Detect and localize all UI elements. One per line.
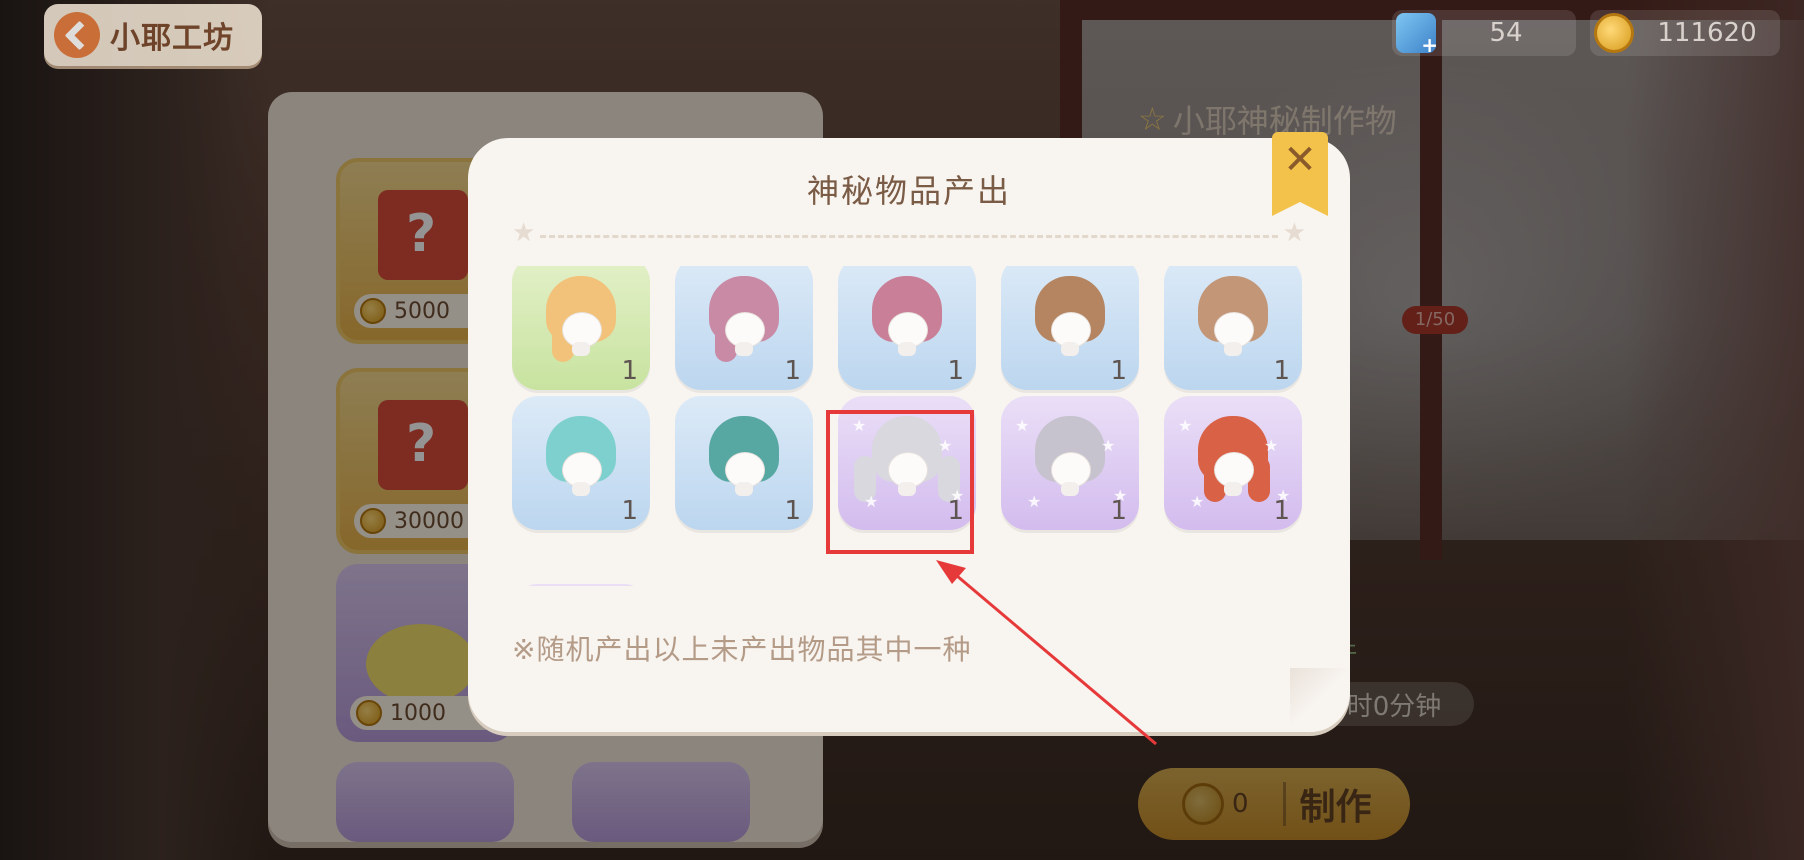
gem-add-icon — [1396, 13, 1438, 57]
star-icon: ★ — [1282, 218, 1306, 248]
sparkle-icon: ★ — [1101, 436, 1116, 455]
highlight-annotation-box — [826, 410, 974, 554]
neck-shape — [1224, 482, 1242, 496]
random-output-note: ※随机产出以上未产出物品其中一种 — [512, 633, 972, 666]
hair-item-tile[interactable]: 1 — [512, 396, 650, 530]
back-arrow-icon — [54, 12, 100, 58]
sparkle-icon: ★ — [1178, 416, 1193, 435]
neck-shape — [898, 342, 916, 356]
hair-item-tile[interactable]: ★ ★ ★ ★ 1 — [1001, 396, 1139, 530]
gem-counter[interactable]: 54 — [1392, 10, 1576, 57]
sparkle-icon: ★ — [1190, 492, 1205, 511]
coin-counter: 111620 — [1590, 10, 1780, 56]
hair-item-tile[interactable]: 1 — [1001, 266, 1139, 390]
sparkle-icon: ★ — [1015, 416, 1030, 435]
neck-shape — [1061, 482, 1079, 496]
hair-item-tile[interactable]: 1 — [512, 266, 650, 390]
item-quantity: 1 — [947, 356, 964, 386]
coin-icon — [1594, 13, 1634, 53]
close-icon: ✕ — [1283, 137, 1317, 183]
hair-item-tile[interactable]: 1 — [838, 266, 976, 390]
hair-item-tile[interactable]: ★ ★ ★ ★ 1 — [1164, 396, 1302, 530]
neck-shape — [572, 482, 590, 496]
coin-value: 111620 — [1657, 18, 1757, 48]
item-quantity: 1 — [1110, 356, 1127, 386]
dialog-title: 神秘物品产出 — [806, 172, 1011, 210]
star-icon: ★ — [512, 218, 536, 248]
neck-shape — [1224, 342, 1242, 356]
item-quantity: 1 — [784, 496, 801, 526]
hair-item-tile[interactable]: 1 — [1164, 266, 1302, 390]
neck-shape — [1061, 342, 1079, 356]
item-quantity: 1 — [621, 356, 638, 386]
back-label: 小耶工坊 — [110, 21, 234, 56]
gem-value: 54 — [1489, 18, 1523, 48]
item-quantity: 1 — [1273, 496, 1290, 526]
item-quantity: 1 — [621, 496, 638, 526]
item-quantity: 1 — [784, 356, 801, 386]
item-quantity: 1 — [1110, 496, 1127, 526]
sparkle-icon: ★ — [1264, 436, 1279, 455]
hair-item-tile[interactable] — [512, 584, 650, 586]
back-button[interactable]: 小耶工坊 — [44, 4, 262, 66]
sparkle-icon: ★ — [1027, 492, 1042, 511]
neck-shape — [735, 342, 753, 356]
close-button[interactable]: ✕ — [1272, 132, 1328, 216]
neck-shape — [735, 482, 753, 496]
title-divider: ★ ★ — [512, 218, 1306, 248]
item-quantity: 1 — [1273, 356, 1290, 386]
hair-item-tile[interactable]: 1 — [675, 266, 813, 390]
hair-item-tile[interactable]: 1 — [675, 396, 813, 530]
neck-shape — [572, 342, 590, 356]
